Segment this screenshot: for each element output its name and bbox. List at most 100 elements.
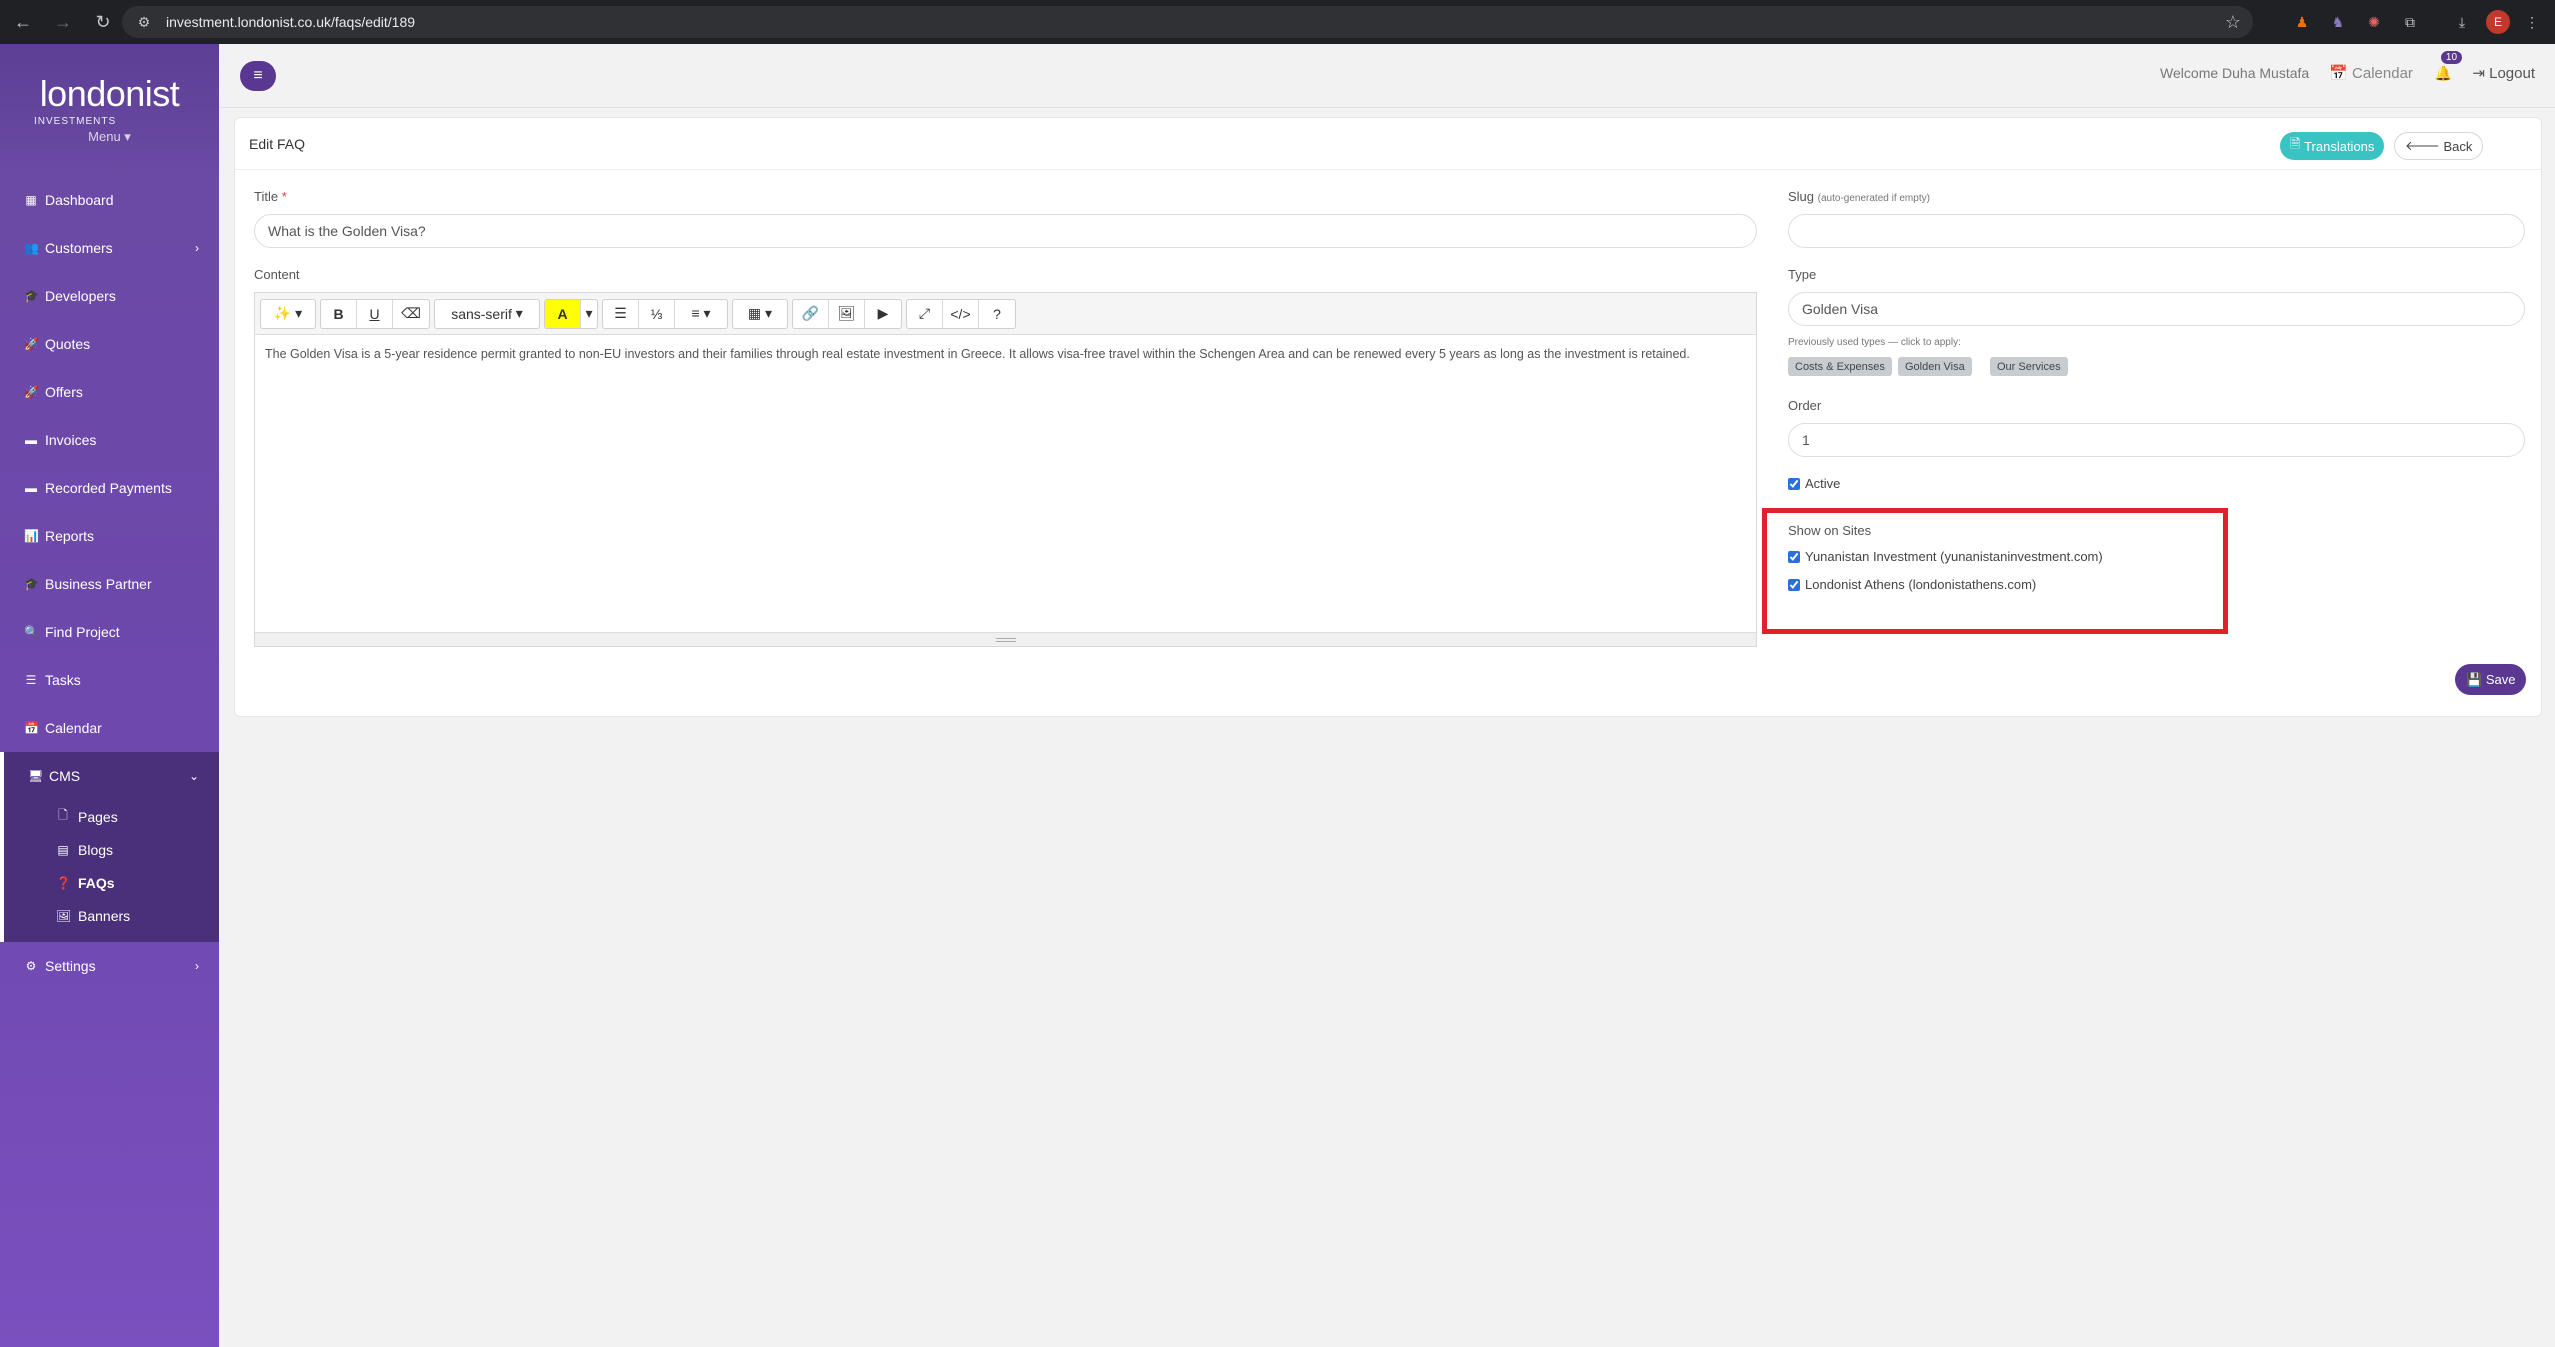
bookmark-star-icon[interactable]: ☆ [2225,12,2241,33]
table-icon[interactable]: ▦ ▾ [733,300,787,328]
sidebar-item-label: Recorded Payments [45,480,172,496]
cms-item-blogs[interactable]: ▤ Blogs [4,833,219,866]
sidebar-item-recorded-payments[interactable]: ▬ Recorded Payments [0,464,219,512]
credit-card-icon: ▬ [25,481,37,495]
faqs-icon: ❓ [56,875,71,890]
sidebar-item-customers[interactable]: 👥 Customers › [0,224,219,272]
cms-group: 🖥 CMS ⌄ 🗋 Pages ▤ Blogs ❓ FAQs 🖼 Banners [0,752,219,942]
video-icon[interactable]: ▶ [865,300,901,328]
logo[interactable]: londonist [40,76,180,112]
translations-label: Translations [2304,138,2375,154]
cms-item-label: Blogs [78,841,114,858]
cms-item-faqs[interactable]: ❓ FAQs [4,866,219,899]
cms-item-label: Banners [78,907,131,924]
forward-arrow-icon[interactable]: → [46,5,80,39]
calendar-link[interactable]: 📅 Calendar [2329,64,2413,82]
sidebar-item-invoices[interactable]: ▬ Invoices [0,416,219,464]
calendar-icon: 📅 [24,721,39,735]
sidebar-item-label: Invoices [45,432,97,448]
order-label: Order [1788,398,1822,413]
slug-input[interactable] [1788,214,2525,248]
notifications-button[interactable]: 🔔 10 [2435,50,2463,82]
fullscreen-icon[interactable]: ⤢ [907,299,943,328]
numbered-list-icon[interactable]: ⅓ [639,299,675,328]
extension-icon[interactable]: ♟ [2290,10,2314,34]
title-input[interactable]: What is the Golden Visa? [254,214,1757,248]
sidebar-item-reports[interactable]: 📊 Reports [0,512,219,560]
back-arrow-icon[interactable]: ← [6,5,40,39]
highlight-box [1762,508,2228,634]
bar-chart-icon: 📊 [24,529,39,543]
logout-link[interactable]: ⇥ Logout [2472,64,2535,82]
sidebar-item-label: Dashboard [45,192,114,208]
code-view-icon[interactable]: </> [943,299,979,328]
sidebar-item-label: Customers [45,240,113,256]
back-button[interactable]: 🡐 Back [2394,132,2484,160]
text-color-icon[interactable]: A [545,299,581,328]
font-family-select[interactable]: sans-serif ▾ [435,300,539,328]
underline-button[interactable]: U [357,299,393,328]
type-tag-button[interactable]: Golden Visa [1898,357,1972,376]
sidebar-item-tasks[interactable]: ☰ Tasks [0,656,219,704]
floppy-disk-icon: 💾 [2466,671,2486,687]
cms-submenu: 🗋 Pages ▤ Blogs ❓ FAQs 🖼 Banners [4,800,219,942]
save-label: Save [2485,672,2516,687]
type-tag-button[interactable]: Our Services [1990,357,2068,376]
extension-icon[interactable]: ♞ [2326,10,2350,34]
order-input[interactable]: 1 [1788,423,2525,457]
bullet-list-icon[interactable]: ☰ [603,299,639,328]
chevron-down-icon: ⌄ [188,769,199,783]
welcome-text: Welcome Duha Mustafa [2160,65,2310,81]
eraser-icon[interactable]: ⌫ [393,300,429,328]
sidebar-item-developers[interactable]: 🎓 Developers [0,272,219,320]
link-icon[interactable]: 🔗 [793,299,829,328]
sidebar-item-cms[interactable]: 🖥 CMS ⌄ [4,752,219,800]
cms-item-pages[interactable]: 🗋 Pages [4,800,219,833]
more-menu-icon[interactable]: ⋮ [2520,10,2544,34]
topbar: ≡ Welcome Duha Mustafa 📅 Calendar 🔔 10 ⇥… [219,44,2555,108]
hamburger-menu-button[interactable]: ≡ [240,61,276,91]
profile-avatar[interactable]: E [2486,10,2510,34]
sidebar-item-calendar[interactable]: 📅 Calendar [0,704,219,752]
sidebar-item-find-project[interactable]: 🔍 Find Project [0,608,219,656]
sidebar-item-label: Find Project [45,624,120,640]
active-checkbox[interactable] [1788,477,1800,490]
extension-icon[interactable]: ✺ [2362,10,2386,34]
cms-item-label: FAQs [78,874,115,891]
image-icon[interactable]: 🖼 [829,299,865,328]
align-icon[interactable]: ≡ ▾ [675,300,727,328]
sidebar: londonist INVESTMENTS Menu ▾ ▦ Dashboard 👥… [0,44,219,1347]
sidebar-item-settings[interactable]: ⚙ Settings › [0,942,219,990]
download-icon[interactable]: ⤓ [2450,10,2474,34]
monitor-icon: 🖥 [28,769,44,783]
reload-icon[interactable]: ↻ [86,5,120,39]
cms-item-banners[interactable]: 🖼 Banners [4,899,219,932]
save-button[interactable]: 💾 Save [2455,664,2527,695]
extensions-puzzle-icon[interactable]: ⧉ [2398,10,2422,34]
active-checkbox-row[interactable]: Active [1788,476,1840,491]
help-icon[interactable]: ? [979,300,1015,328]
back-label: Back [2443,138,2473,154]
bold-button[interactable]: B [321,299,357,328]
magic-style-icon[interactable]: ✨ ▾ [261,300,315,328]
menu-toggle[interactable]: Menu ▾ [88,129,131,145]
editor-content[interactable]: The Golden Visa is a 5-year residence pe… [255,335,1756,632]
type-input[interactable]: Golden Visa [1788,292,2525,326]
type-tag-button[interactable]: Costs & Expenses [1788,357,1892,376]
color-dropdown-icon[interactable]: ▾ [581,300,597,328]
slug-hint: (auto-generated if empty) [1817,193,1930,204]
address-bar[interactable]: ⚙ investment.londonist.co.uk/faqs/edit/1… [122,6,2253,38]
sidebar-item-dashboard[interactable]: ▦ Dashboard [0,176,219,224]
sidebar-item-offers[interactable]: 🚀 Offers [0,368,219,416]
content-label: Content [254,267,300,282]
graduation-cap-icon: 🎓 [24,577,39,591]
font-name: sans-serif [451,305,512,322]
rocket-icon: 🚀 [24,385,39,399]
sidebar-item-quotes[interactable]: 🚀 Quotes [0,320,219,368]
site-info-icon[interactable]: ⚙ [130,14,158,31]
sidebar-item-business-partner[interactable]: 🎓 Business Partner [0,560,219,608]
topbar-right: Welcome Duha Mustafa 📅 Calendar 🔔 10 ⇥ L… [2160,50,2535,82]
translations-button[interactable]: 🗎 Translations [2280,132,2385,160]
sidebar-item-label: Business Partner [45,576,152,592]
editor-resize-handle[interactable] [255,632,1756,646]
